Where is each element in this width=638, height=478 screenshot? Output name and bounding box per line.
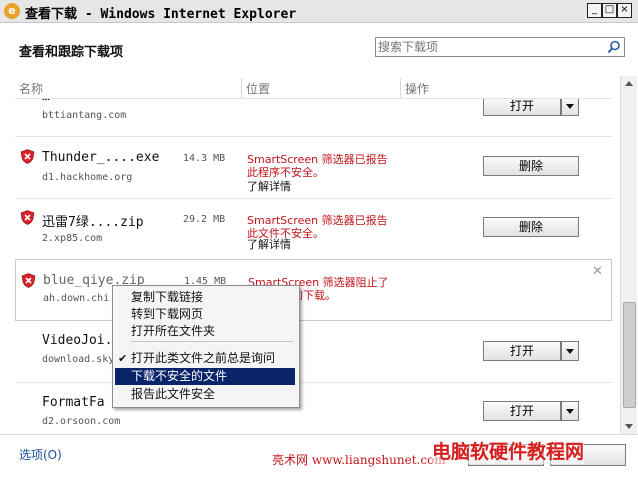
- menu-item-copy-link[interactable]: 复制下载链接: [115, 289, 295, 306]
- column-header-actions[interactable]: 操作: [405, 80, 429, 97]
- open-dropdown-arrow[interactable]: [561, 401, 579, 421]
- dismiss-icon[interactable]: ✕: [592, 264, 603, 279]
- minimize-button[interactable]: _: [587, 3, 602, 18]
- close-button[interactable]: ×: [617, 3, 632, 18]
- file-name: 迅雷7绿....zip: [42, 215, 144, 230]
- context-menu: 复制下载链接 转到下载网页 打开所在文件夹 ✔ 打开此类文件之前总是询问 下载不…: [112, 285, 300, 408]
- menu-item-open-folder[interactable]: 打开所在文件夹: [115, 323, 295, 340]
- watermark-brand: 电脑软硬件教程网: [432, 437, 585, 464]
- download-list: … bttiantang.com 打开 Thunder_....exe 14.3…: [15, 99, 620, 432]
- file-host: d2.orsoon.com: [42, 416, 121, 427]
- file-size: 29.2 MB: [183, 214, 226, 225]
- ie-icon: e: [4, 3, 20, 19]
- scrollbar-thumb[interactable]: [623, 302, 636, 408]
- file-name: Thunder_....exe: [42, 150, 160, 165]
- search-icon[interactable]: [607, 40, 621, 54]
- file-host: 2.xp85.com: [42, 233, 103, 244]
- file-name: VideoJoi.: [42, 333, 113, 348]
- file-size: 14.3 MB: [183, 153, 226, 164]
- search-input[interactable]: [378, 39, 598, 55]
- column-header-name[interactable]: 名称: [19, 80, 43, 97]
- download-row-selected[interactable]: blue_qiye.zip 1.45 MB ah.down.chi SmartS…: [15, 259, 612, 321]
- shield-warning-icon: [20, 149, 35, 164]
- maximize-button[interactable]: □: [602, 3, 617, 18]
- column-header-location[interactable]: 位置: [246, 80, 270, 97]
- menu-item-label: 下载不安全的文件: [131, 369, 228, 383]
- menu-item-always-ask[interactable]: ✔ 打开此类文件之前总是询问: [115, 350, 295, 367]
- shield-warning-icon: [20, 210, 35, 225]
- scroll-down-icon[interactable]: [621, 418, 637, 434]
- menu-item-label: 打开所在文件夹: [131, 324, 216, 338]
- file-host: ah.down.chi: [43, 293, 110, 304]
- column-separator[interactable]: [400, 78, 401, 98]
- check-icon: ✔: [118, 352, 128, 365]
- file-host: d1.hackhome.org: [42, 172, 133, 183]
- menu-item-label: 复制下载链接: [131, 290, 204, 304]
- learn-more-link[interactable]: 了解详情: [247, 178, 291, 194]
- scroll-up-icon[interactable]: [621, 76, 637, 92]
- menu-item-label: 报告此文件安全: [131, 387, 216, 401]
- menu-separator: [131, 341, 293, 342]
- options-link[interactable]: 选项(O): [19, 446, 62, 463]
- open-dropdown-arrow[interactable]: [561, 99, 579, 116]
- download-row[interactable]: Thunder_....exe 14.3 MB d1.hackhome.org …: [15, 137, 612, 199]
- download-row[interactable]: 迅雷7绿....zip 29.2 MB 2.xp85.com SmartScre…: [15, 198, 612, 260]
- learn-more-link[interactable]: 了解详情: [247, 236, 291, 252]
- open-button[interactable]: 打开: [483, 99, 561, 116]
- shield-warning-icon: [21, 273, 36, 288]
- open-button[interactable]: 打开: [483, 401, 561, 421]
- column-separator[interactable]: [241, 78, 242, 98]
- page-title: 查看和跟踪下载项: [19, 45, 124, 60]
- vertical-scrollbar[interactable]: [620, 76, 637, 434]
- menu-item-label: 转到下载网页: [131, 307, 204, 321]
- download-row[interactable]: VideoJoi. download.sky 打开: [15, 321, 612, 383]
- watermark-site: 亮术网 www.liangshunet.com: [272, 453, 446, 467]
- delete-button[interactable]: 删除: [483, 217, 579, 237]
- file-host: bttiantang.com: [42, 110, 127, 121]
- menu-item-download-unsafe[interactable]: 下载不安全的文件: [115, 368, 295, 385]
- window-title: 查看下载 - Windows Internet Explorer: [25, 7, 297, 22]
- download-row[interactable]: FormatFa d2.orsoon.com 打开: [15, 383, 612, 432]
- search-box[interactable]: [375, 37, 625, 57]
- menu-item-go-to-page[interactable]: 转到下载网页: [115, 306, 295, 323]
- open-dropdown-arrow[interactable]: [561, 341, 579, 361]
- file-host: download.sky: [42, 354, 115, 365]
- smartscreen-warning: SmartScreen 筛选器已报告此程序不安全。: [247, 153, 388, 179]
- file-name: FormatFa: [42, 395, 105, 410]
- delete-button[interactable]: 删除: [483, 156, 579, 176]
- menu-item-label: 打开此类文件之前总是询问: [131, 351, 276, 365]
- menu-item-report-safe[interactable]: 报告此文件安全: [115, 386, 295, 403]
- download-row[interactable]: … bttiantang.com 打开: [15, 99, 612, 137]
- open-button[interactable]: 打开: [483, 341, 561, 361]
- file-name: …: [42, 99, 50, 104]
